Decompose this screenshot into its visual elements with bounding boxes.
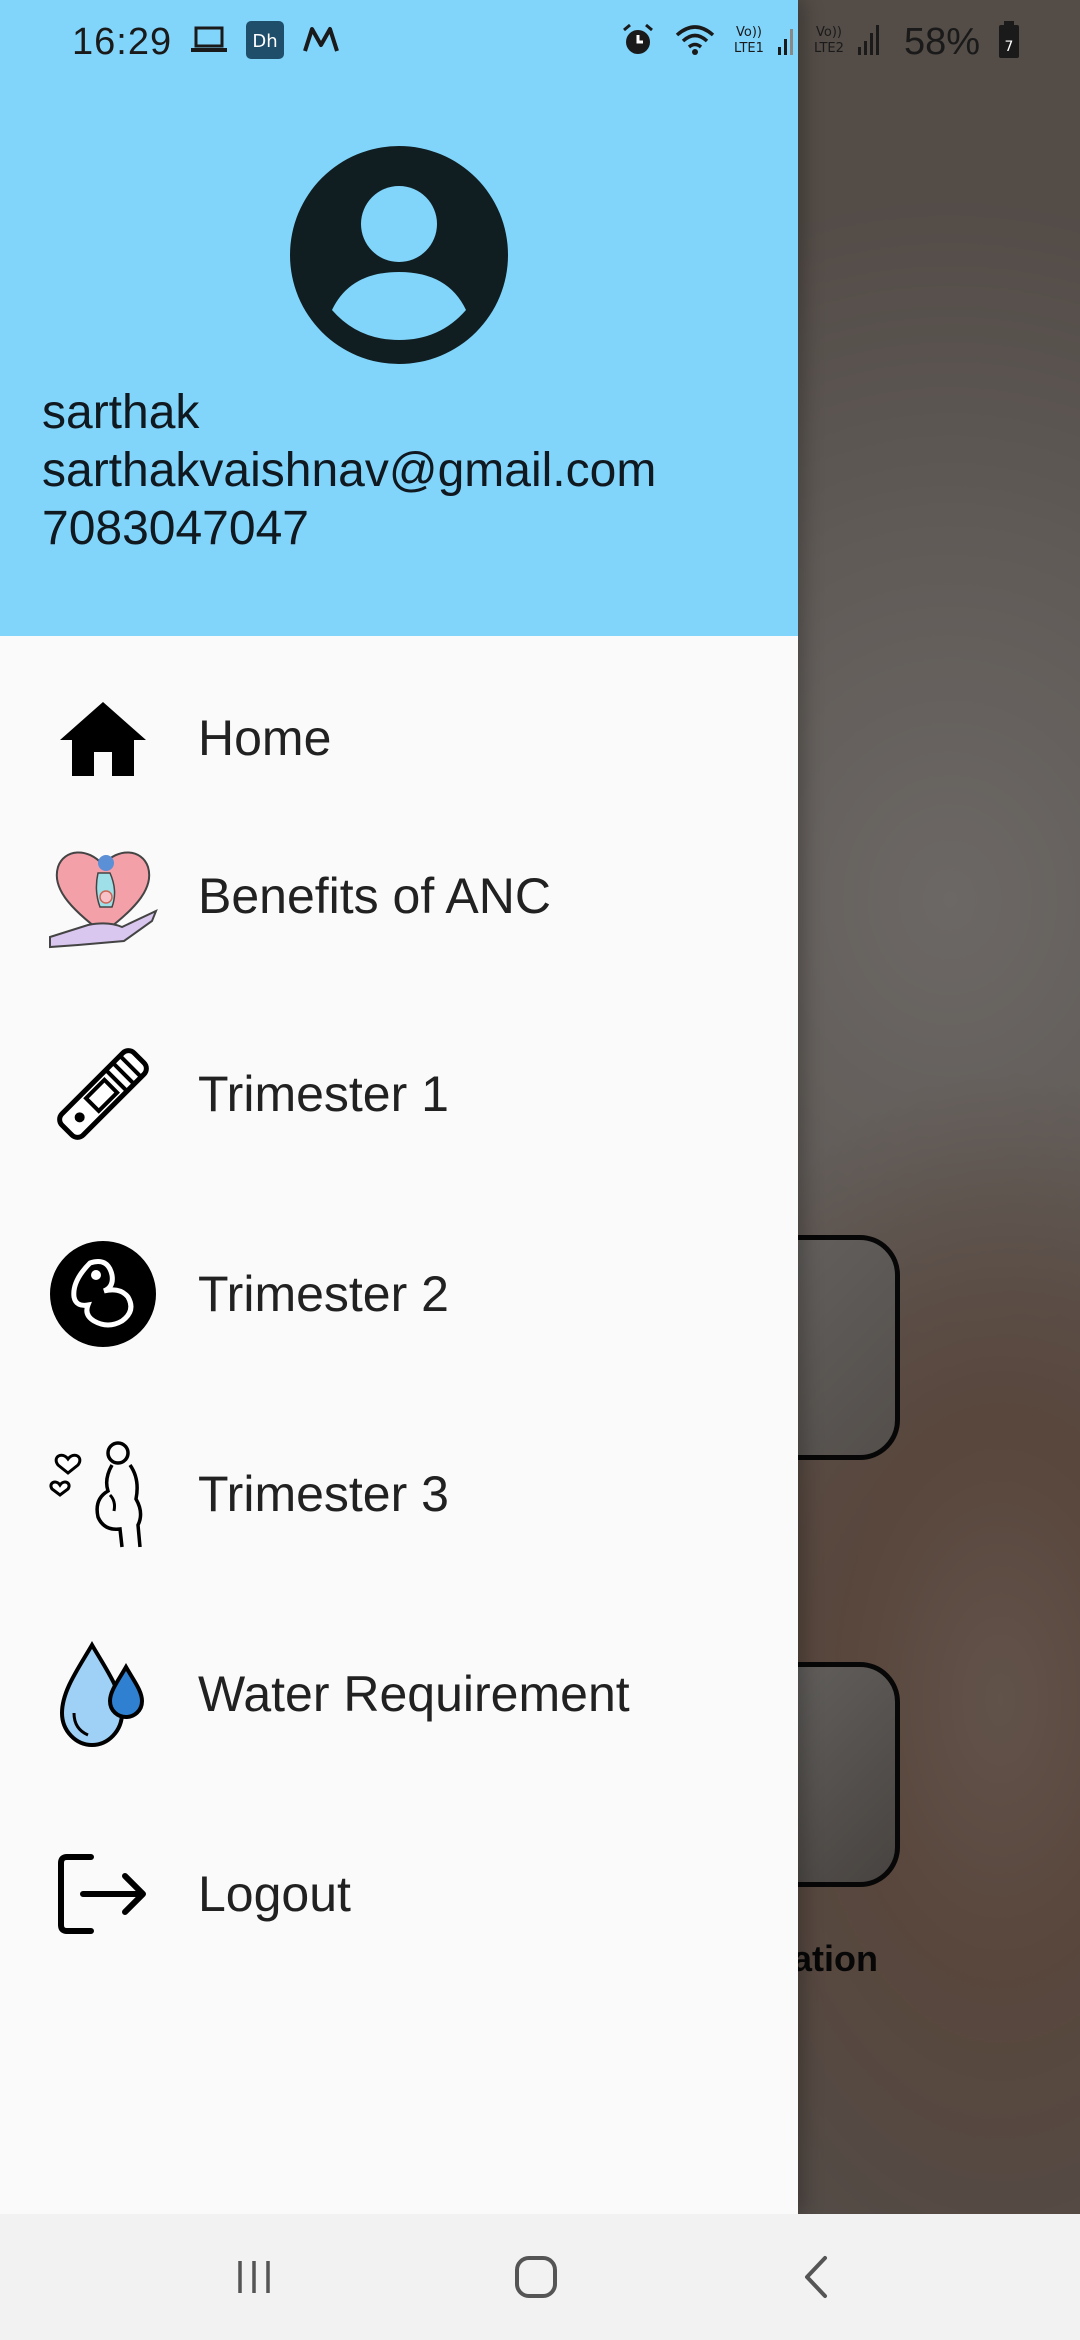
svg-text:Vo)): Vo)) [816,25,842,40]
navigation-drawer: sarthak sarthakvaishnav@gmail.com 708304… [0,0,798,2214]
menu-item-benefits-of-anc[interactable]: Benefits of ANC [0,816,798,976]
menu-item-label: Trimester 1 [198,1066,449,1122]
wifi-icon [674,23,716,62]
menu-item-home[interactable]: Home [0,658,798,818]
battery-icon: 7 [998,20,1020,64]
svg-text:LTE2: LTE2 [814,41,844,56]
volte-lte1-signal-icon: Vo)) LTE1 [734,21,796,64]
user-info: sarthak sarthakvaishnav@gmail.com 708304… [42,384,656,558]
disney-hotstar-icon: Dh [246,20,285,64]
home-icon [48,683,158,793]
menu-item-trimester-1[interactable]: Trimester 1 [0,1014,798,1174]
user-name: sarthak [42,386,200,439]
menu-item-label: Trimester 3 [198,1466,449,1522]
menu-item-logout[interactable]: Logout [0,1814,798,1974]
status-bar: 16:29 Dh Vo)) LTE1 Vo)) LTE2 58% 7 [0,0,1080,84]
pregnant-woman-icon [48,1439,158,1549]
menu-item-label: Logout [198,1866,351,1922]
system-navigation-bar [0,2214,1080,2340]
menu-item-label: Trimester 2 [198,1266,449,1322]
laptop-icon [190,25,228,60]
menu-item-label: Home [198,710,332,766]
drawer-header: sarthak sarthakvaishnav@gmail.com 708304… [0,0,798,636]
menu-item-water-requirement[interactable]: Water Requirement [0,1614,798,1774]
volte-lte2-signal-icon: Vo)) LTE2 [814,21,886,64]
menu-item-label: Benefits of ANC [198,868,551,924]
menu-item-label: Water Requirement [198,1666,630,1722]
status-time: 16:29 [72,20,173,63]
back-icon[interactable] [776,2244,856,2310]
svg-text:LTE1: LTE1 [734,41,764,56]
menu-item-trimester-2[interactable]: Trimester 2 [0,1214,798,1374]
battery-percent: 58% [903,20,980,63]
svg-text:7: 7 [1005,39,1014,55]
user-phone: 7083047047 [42,502,309,555]
logout-icon [48,1839,158,1949]
svg-text:Dh: Dh [252,31,277,52]
myntra-icon [302,25,340,60]
water-drop-icon [48,1639,158,1749]
user-email: sarthakvaishnav@gmail.com [42,444,657,497]
svg-text:Vo)): Vo)) [736,25,762,40]
account-circle-icon[interactable] [290,146,508,364]
pregnancy-test-icon [48,1039,158,1149]
recent-apps-icon[interactable] [214,2244,294,2310]
home-circle-icon[interactable] [496,2244,576,2310]
alarm-icon [620,22,656,63]
anc-benefits-icon [48,841,158,951]
fetus-icon [48,1239,158,1349]
menu-item-trimester-3[interactable]: Trimester 3 [0,1414,798,1574]
